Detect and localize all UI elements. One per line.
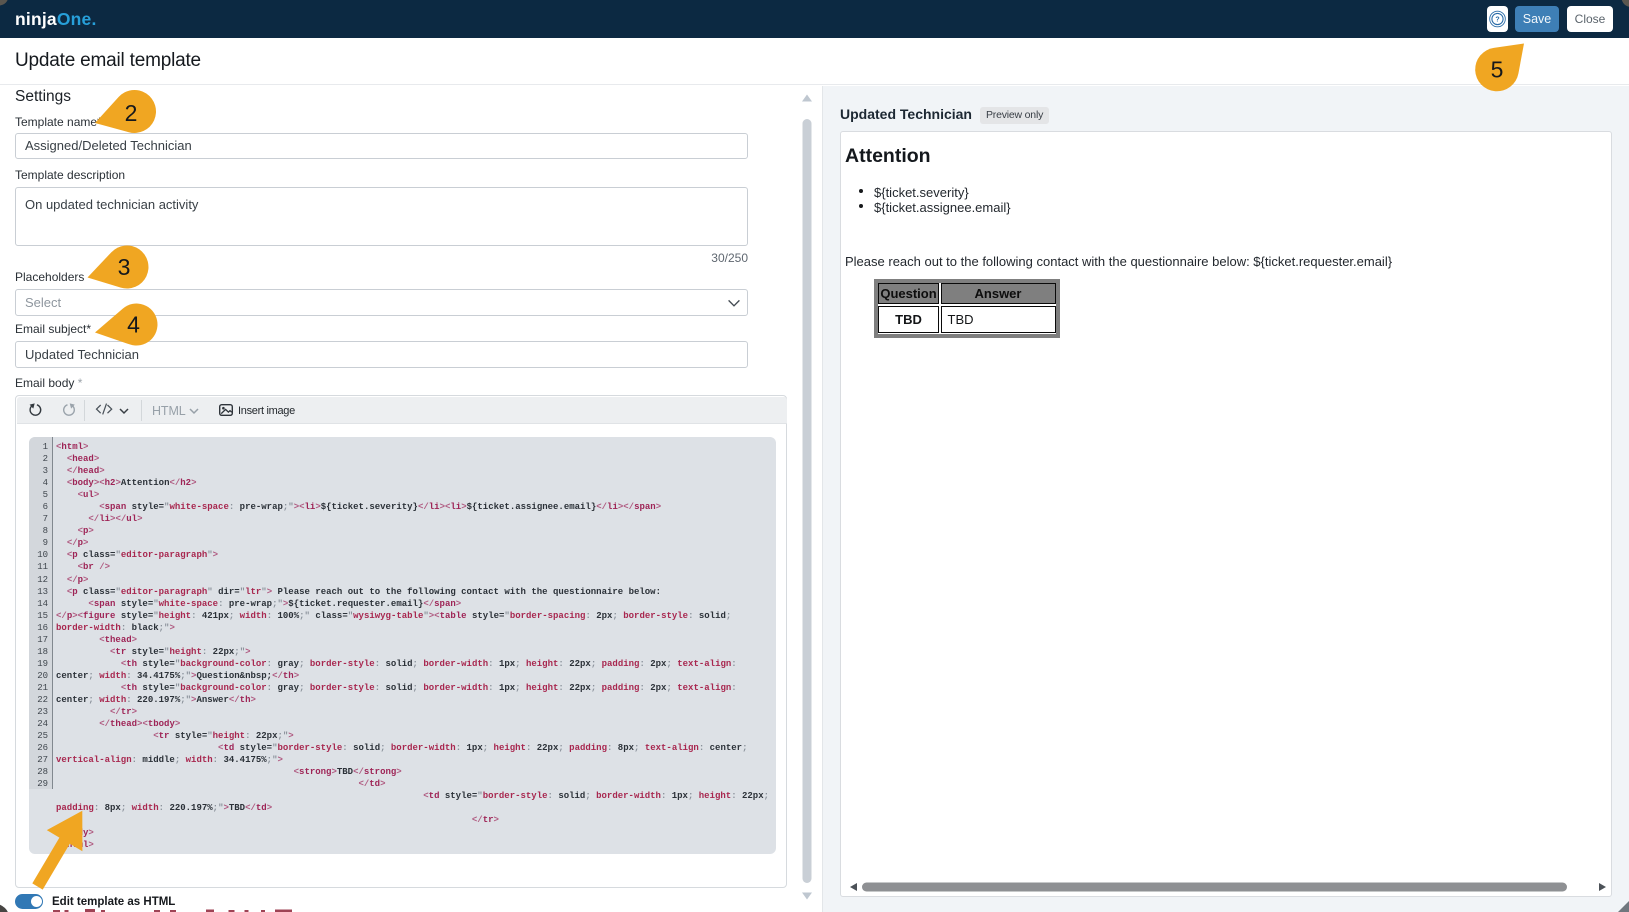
svg-text:?: ? <box>1495 17 1499 24</box>
